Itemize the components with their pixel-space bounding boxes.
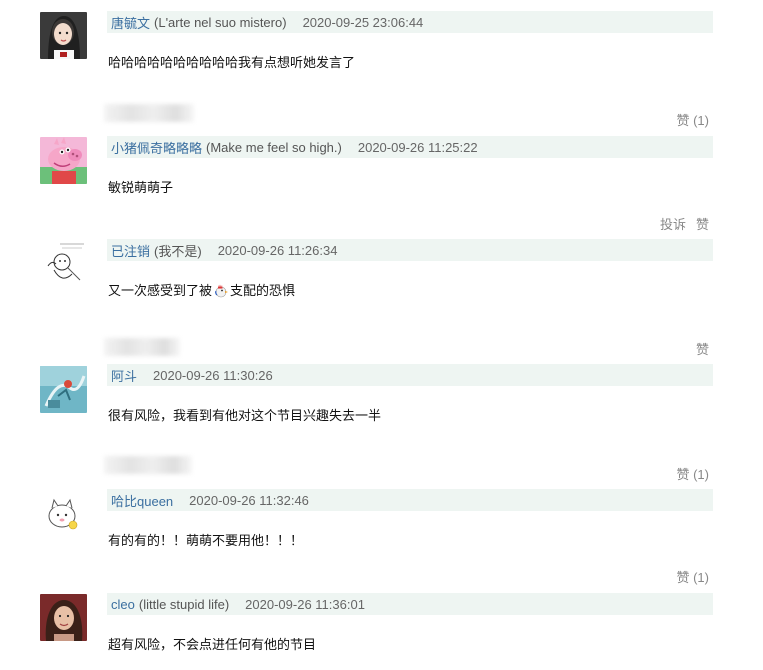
timestamp: 2020-09-25 23:06:44: [302, 14, 424, 30]
user-note: (Make me feel so high.): [206, 139, 342, 155]
like-button[interactable]: 赞: [696, 339, 709, 358]
rooster-icon: [213, 282, 229, 301]
comment-header: 小猪佩奇略略略 (Make me feel so high.) 2020-09-…: [107, 136, 713, 158]
user-note: (我不是): [154, 243, 202, 259]
timestamp: 2020-09-26 11:26:34: [217, 242, 338, 258]
like-button[interactable]: 赞 (1): [676, 567, 709, 586]
like-button[interactable]: 赞: [696, 214, 709, 233]
comment-text: 哈哈哈哈哈哈哈哈哈哈我有点想听她发言了: [108, 55, 356, 70]
avatar-woman-icon[interactable]: [40, 594, 87, 641]
cartoon-face-avatar-icon[interactable]: [40, 491, 87, 538]
comment-header: 已注销 (我不是) 2020-09-26 11:26:34: [107, 239, 713, 261]
comment-actions: 投诉 赞: [660, 214, 709, 233]
blurred-reply-placeholder: [104, 456, 192, 474]
comment-text: 很有风险，我看到有他对这个节目兴趣失去一半: [108, 408, 382, 423]
sketch-avatar-icon[interactable]: [40, 240, 87, 287]
blurred-reply-placeholder: [104, 104, 194, 122]
comment-header: cleo (little stupid life) 2020-09-26 11:…: [107, 593, 713, 615]
report-button[interactable]: 投诉: [660, 214, 686, 233]
comment-header: 哈比queen 2020-09-26 11:32:46: [107, 489, 713, 511]
username-link[interactable]: 小猪佩奇略略略: [111, 138, 202, 157]
comment-text-before: 又一次感受到了被: [108, 283, 213, 298]
comment-actions: 赞 (1): [676, 110, 709, 129]
comment-actions: 赞 (1): [676, 464, 709, 483]
username-link[interactable]: 唐毓文: [111, 13, 150, 32]
comment-text: 超有风险，不会点进任何有他的节目: [108, 637, 317, 652]
blurred-reply-placeholder: [104, 338, 180, 356]
username-link[interactable]: cleo: [111, 597, 135, 612]
timestamp: 2020-09-26 11:25:22: [357, 139, 478, 155]
username-link[interactable]: 阿斗: [111, 366, 137, 385]
teal-art-avatar-icon[interactable]: [40, 366, 87, 413]
user-note: (L'arte nel suo mistero): [154, 14, 287, 30]
comment-header: 唐毓文 (L'arte nel suo mistero) 2020-09-25 …: [107, 11, 713, 33]
username-link[interactable]: 哈比queen: [111, 491, 173, 510]
timestamp: 2020-09-26 11:30:26: [153, 367, 273, 383]
username-link[interactable]: 已注销: [111, 241, 150, 260]
peppa-pig-avatar-icon[interactable]: [40, 137, 87, 184]
comment-text: 有的有的！！萌萌不要用他！！！: [108, 533, 304, 548]
avatar-woman-icon[interactable]: [40, 12, 87, 59]
comment-header: 阿斗 2020-09-26 11:30:26: [107, 364, 713, 386]
comment-actions: 赞: [696, 339, 709, 358]
comment-text: 敏锐萌萌子: [108, 180, 174, 195]
like-button[interactable]: 赞 (1): [676, 464, 709, 483]
like-button[interactable]: 赞 (1): [676, 110, 709, 129]
timestamp: 2020-09-26 11:36:01: [245, 596, 365, 612]
user-note: (little stupid life): [138, 596, 230, 612]
comment-actions: 赞 (1): [676, 567, 709, 586]
comment-text-after: 支配的恐惧: [230, 283, 296, 298]
comment-text: 又一次感受到了被 支配的恐惧: [108, 280, 295, 301]
timestamp: 2020-09-26 11:32:46: [189, 492, 309, 508]
